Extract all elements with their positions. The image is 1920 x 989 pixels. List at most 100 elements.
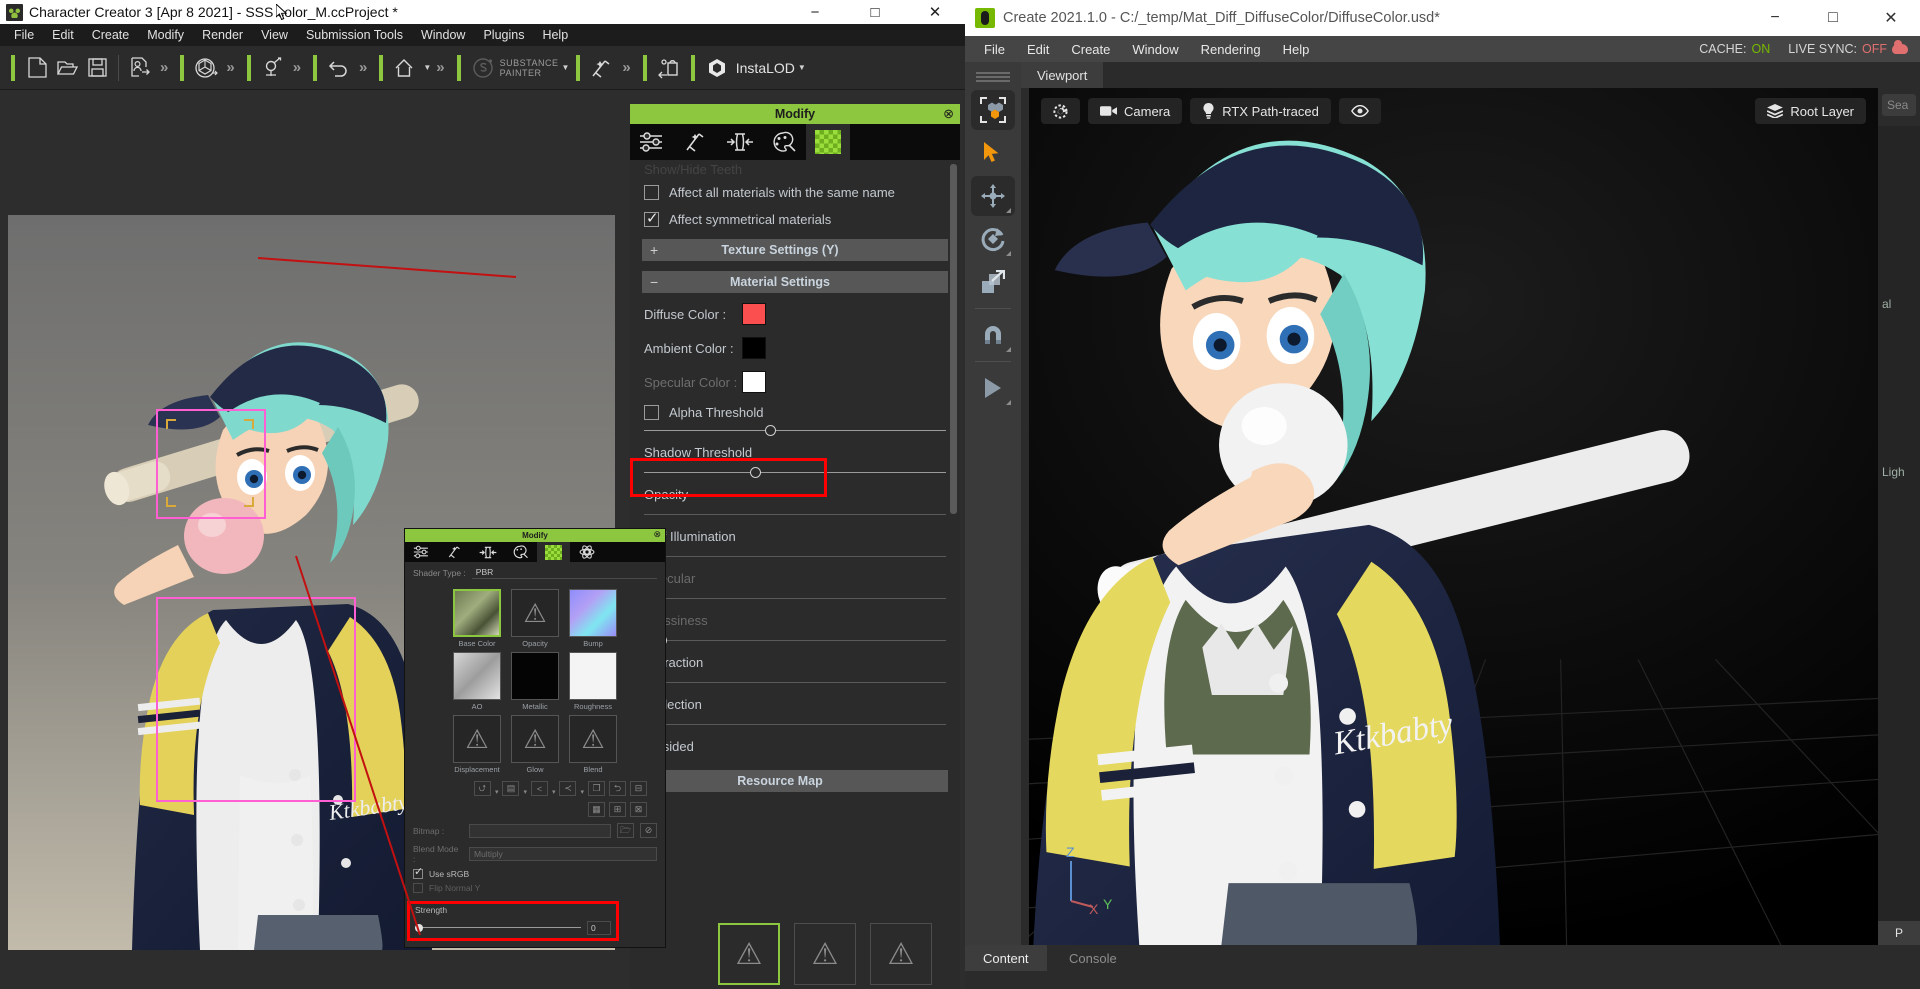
omniverse-close-button[interactable]: ✕ — [1862, 0, 1920, 36]
alpha-threshold-checkbox[interactable] — [644, 405, 659, 420]
home-dropdown-arrow-icon[interactable]: ▼ — [423, 63, 431, 72]
shadow-threshold-slider[interactable]: Shadow Threshold — [630, 435, 960, 478]
toolbar-overflow-chevron-1[interactable]: » — [155, 59, 173, 76]
tab-content[interactable]: Content — [965, 945, 1047, 971]
blend-thumbnail[interactable]: ⚠ — [569, 715, 617, 763]
alpha-threshold-row[interactable]: Alpha Threshold — [630, 399, 960, 426]
modify-panel-close-icon[interactable]: ⊗ — [943, 106, 954, 122]
bitmap-input[interactable] — [469, 823, 611, 838]
resource-thumb-2[interactable]: ⚠ — [794, 923, 856, 985]
strength-control[interactable]: Strength 0 — [415, 905, 611, 935]
ov-menu-help[interactable]: Help — [1274, 40, 1319, 59]
save-icon[interactable] — [82, 53, 112, 83]
home-icon[interactable] — [390, 53, 420, 83]
toolbar-overflow-chevron-6[interactable]: » — [617, 59, 635, 76]
animation-icon[interactable] — [587, 53, 617, 83]
delete-icon[interactable]: ⊠ — [630, 802, 647, 817]
base-color-thumbnail[interactable] — [453, 589, 501, 637]
opacity-slider[interactable]: Opacity — [630, 477, 960, 519]
shadow-threshold-knob[interactable] — [749, 467, 761, 478]
scale-icon[interactable] — [971, 262, 1015, 302]
paste-icon[interactable]: ⮌ — [609, 781, 626, 796]
cc3-window-controls[interactable]: − □ ✕ — [785, 0, 965, 24]
tab-mesh[interactable] — [718, 124, 762, 160]
self-illumination-track[interactable] — [644, 556, 946, 557]
cc3-minimize-button[interactable]: − — [785, 0, 845, 24]
modify-panel-scrollbar[interactable] — [950, 164, 957, 514]
viewport-settings-button[interactable] — [1041, 98, 1080, 124]
viewport-renderer-button[interactable]: RTX Path-traced — [1190, 98, 1331, 124]
opacity-track[interactable] — [644, 514, 946, 515]
blend-mode-row[interactable]: Blend Mode : Multiply — [405, 841, 665, 867]
affect-all-materials-row[interactable]: Affect all materials with the same name — [630, 179, 960, 206]
specular-track[interactable] — [644, 598, 946, 599]
select-box-icon[interactable] — [971, 90, 1015, 130]
texture-slot-bump[interactable]: Bump — [569, 589, 617, 648]
play-icon[interactable] — [971, 368, 1015, 408]
export-icon[interactable] — [654, 53, 684, 83]
two-sided-row[interactable]: 2 - sided — [630, 729, 960, 770]
roughness-thumbnail[interactable] — [569, 652, 617, 700]
bump-thumbnail[interactable] — [569, 589, 617, 637]
load-icon[interactable]: ⮍ — [473, 781, 491, 796]
content-sphere-icon[interactable] — [191, 53, 221, 83]
ov-menu-rendering[interactable]: Rendering — [1192, 40, 1270, 59]
material-settings-section-header[interactable]: − Material Settings — [642, 271, 948, 293]
displacement-thumbnail[interactable]: ⚠ — [453, 715, 501, 763]
new-file-icon[interactable] — [22, 53, 52, 83]
ov-menu-file[interactable]: File — [975, 40, 1014, 59]
blend-mode-value[interactable]: Multiply — [469, 847, 657, 861]
omniverse-minimize-button[interactable]: − — [1746, 0, 1804, 36]
texture-settings-section-header[interactable]: + Texture Settings (Y) — [642, 239, 948, 261]
shader-type-value[interactable]: PBR — [471, 566, 657, 579]
add-icon[interactable]: ⊞ — [609, 802, 626, 817]
cursor-arrow-icon[interactable] — [971, 133, 1015, 173]
texture-slot-roughness[interactable]: Roughness — [569, 652, 617, 711]
substance-dropdown-arrow-icon[interactable]: ▼ — [561, 63, 569, 72]
ftab-pose[interactable] — [438, 542, 471, 562]
stage-item-material[interactable]: al — [1878, 294, 1920, 314]
alpha-threshold-track[interactable] — [644, 425, 946, 436]
flip-normal-y-checkbox[interactable] — [413, 883, 423, 893]
strength-value[interactable]: 0 — [587, 921, 611, 935]
selection-rect-torso[interactable] — [156, 597, 356, 802]
toolbar-overflow-chevron-3[interactable]: » — [288, 59, 306, 76]
menu-plugins[interactable]: Plugins — [475, 26, 532, 44]
save-icon[interactable]: ▤ — [502, 781, 520, 796]
use-srgb-checkbox[interactable] — [413, 865, 423, 879]
menu-window[interactable]: Window — [413, 26, 473, 44]
toolbar-overflow-chevron-2[interactable]: » — [221, 59, 239, 76]
affect-symmetrical-materials-row[interactable]: Affect symmetrical materials — [630, 206, 960, 233]
strength-knob[interactable] — [415, 924, 423, 932]
texture-slot-base-color[interactable]: Base Color — [453, 589, 501, 648]
save-dropdown-icon[interactable]: ▾ — [523, 781, 527, 796]
menu-view[interactable]: View — [253, 26, 296, 44]
tab-properties[interactable]: P — [1878, 921, 1920, 945]
root-layer-button[interactable]: Root Layer — [1755, 98, 1866, 124]
omniverse-maximize-button[interactable]: □ — [1804, 0, 1862, 36]
glossiness-slider[interactable]: Glossiness — [630, 603, 960, 646]
bitmap-browse-icon[interactable]: 🗁 — [617, 823, 634, 838]
pose-icon[interactable] — [258, 53, 288, 83]
move-tool-submenu-indicator[interactable] — [1006, 208, 1011, 213]
snap-tool-submenu-indicator[interactable] — [1006, 347, 1011, 352]
viewport-visibility-button[interactable] — [1338, 98, 1381, 124]
import-character-icon[interactable] — [125, 53, 155, 83]
move-icon[interactable] — [971, 176, 1015, 216]
menu-render[interactable]: Render — [194, 26, 251, 44]
rotate-tool-submenu-indicator[interactable] — [1006, 251, 1011, 256]
glow-thumbnail[interactable]: ⚠ — [511, 715, 559, 763]
tab-texture-checker[interactable] — [806, 124, 850, 160]
diffuse-color-swatch[interactable] — [742, 303, 766, 325]
share-alt-dropdown-icon[interactable]: ▾ — [580, 781, 584, 796]
diffuse-color-row[interactable]: Diffuse Color : — [630, 297, 960, 331]
cc3-close-button[interactable]: ✕ — [905, 0, 965, 24]
ov-menu-create[interactable]: Create — [1062, 40, 1119, 59]
stage-search-input[interactable]: Sea — [1882, 94, 1916, 116]
ftab-atom[interactable] — [570, 542, 603, 562]
tab-pose[interactable] — [674, 124, 718, 160]
texture-slot-ao[interactable]: AO — [453, 652, 501, 711]
toolbar-drag-handle[interactable] — [976, 72, 1010, 84]
share-dropdown-icon[interactable]: ▾ — [552, 781, 556, 796]
strength-track[interactable] — [415, 927, 581, 928]
